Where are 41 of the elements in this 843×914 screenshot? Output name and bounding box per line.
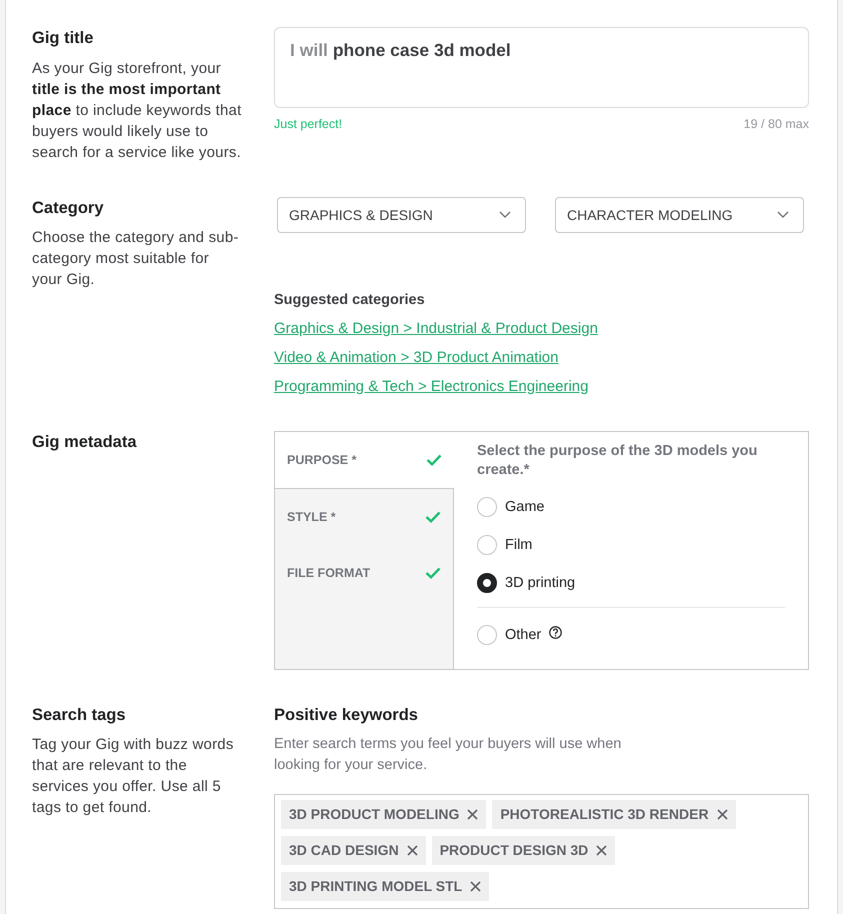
- category-dropdown[interactable]: CHARACTER MODELING: [555, 196, 804, 232]
- keywords-heading: Positive keywords: [274, 704, 419, 726]
- title-field[interactable]: I will phone case 3d model: [274, 27, 809, 108]
- tag-label: PRODUCT DESIGN 3D: [440, 842, 588, 858]
- validation-message: Just perfect!: [274, 117, 342, 132]
- chevron-down-icon: [777, 211, 789, 218]
- tag-label: 3D PRODUCT MODELING: [289, 806, 460, 822]
- suggested-category-link[interactable]: Graphics & Design > Industrial & Product Design: [274, 318, 598, 338]
- metadata-tab[interactable]: FILE FORMAT: [275, 544, 453, 600]
- section-description: As your Gig storefront, your title is the most important place to include keywords that buyers would likely use to search for a service like yours.: [32, 58, 242, 162]
- option-label: 3D printing: [505, 574, 576, 590]
- section-heading: Category: [32, 198, 105, 218]
- metadata-tab[interactable]: PURPOSE *: [275, 432, 454, 488]
- tag-label: PHOTOREALISTIC 3D RENDER: [500, 806, 709, 822]
- radio-button[interactable]: [477, 572, 497, 592]
- metadata-tab[interactable]: STYLE *: [275, 488, 453, 544]
- character-counter: 19 / 80 max: [744, 117, 809, 132]
- close-icon[interactable]: [470, 880, 482, 892]
- suggested-heading: Suggested categories: [274, 290, 426, 310]
- close-icon[interactable]: [467, 808, 478, 820]
- category-dropdown[interactable]: GRAPHICS & DESIGN: [277, 196, 526, 232]
- close-icon[interactable]: [406, 844, 418, 856]
- suggested-category-link[interactable]: Video & Animation > 3D Product Animation: [274, 348, 558, 368]
- question-text: Select the purpose of the 3D models you create.*: [477, 442, 758, 480]
- option-label: Film: [505, 536, 532, 552]
- section-heading: Gig metadata: [32, 432, 138, 452]
- help-icon[interactable]: [549, 626, 562, 639]
- tag-label: 3D PRINTING MODEL STL: [289, 878, 462, 894]
- chevron-down-icon: [499, 211, 511, 218]
- option-label: Game: [505, 498, 544, 514]
- tag-label: 3D CAD DESIGN: [289, 842, 399, 858]
- section-heading: Search tags: [32, 704, 127, 726]
- section-description: Choose the category and sub-category most suitable for your Gig.: [32, 228, 240, 290]
- option-label: Other: [505, 626, 542, 642]
- close-icon[interactable]: [596, 844, 608, 856]
- close-icon[interactable]: [716, 808, 728, 820]
- section-heading: Gig title: [32, 28, 94, 49]
- keywords-hint: Enter search terms you feel your buyers will use when looking for your service.: [274, 735, 622, 775]
- section-description: Tag your Gig with buzz words that are relevant to the services you offer. Use all 5 tags to get found.: [32, 735, 235, 818]
- suggested-category-link[interactable]: Programming & Tech > Electronics Engineering: [274, 376, 588, 396]
- tags-input[interactable]: 3D PRODUCT MODELING PHOTOREALISTIC 3D RENDER 3D CAD DESIGN PRODUCT DESIGN 3D 3D PRINTING MODEL STL: [274, 794, 809, 908]
